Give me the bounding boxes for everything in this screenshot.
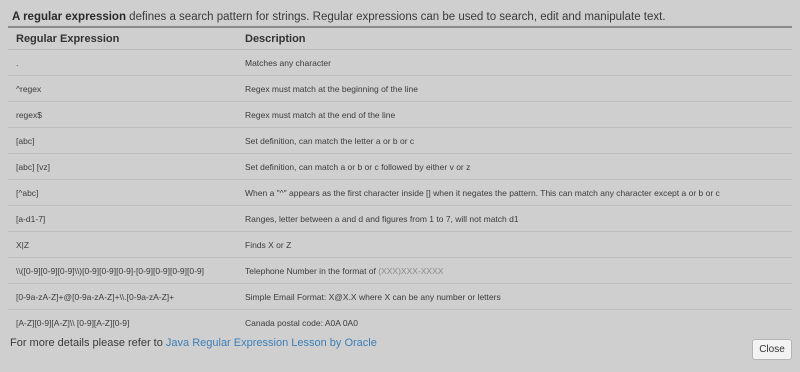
description-cell: Telephone Number in the format of (XXX)X… xyxy=(237,257,792,284)
expression-cell: [abc] [vz] xyxy=(8,153,237,180)
table-header-row: Regular Expression Description xyxy=(8,28,792,50)
footer-note: For more details please refer to Java Re… xyxy=(10,337,377,349)
expression-cell: [abc] xyxy=(8,127,237,154)
description-cell: Canada postal code: A0A 0A0 xyxy=(237,309,792,335)
description-cell: Regex must match at the beginning of the… xyxy=(237,75,792,102)
regex-table: Regular Expression Description . Matches… xyxy=(8,28,792,335)
table-row: [A-Z][0-9][A-Z]\\ [0-9][A-Z][0-9] Canada… xyxy=(8,309,792,335)
expression-cell: [A-Z][0-9][A-Z]\\ [0-9][A-Z][0-9] xyxy=(8,309,237,335)
expression-cell: ^regex xyxy=(8,75,237,102)
expression-cell: X|Z xyxy=(8,231,237,258)
description-cell: Set definition, can match the letter a o… xyxy=(237,127,792,154)
intro-text: A regular expression defines a search pa… xyxy=(12,11,666,23)
format-hint: (XXX)XXX-XXXX xyxy=(378,265,444,276)
intro-bold-term: A regular expression xyxy=(12,11,126,23)
regex-help-dialog: A regular expression defines a search pa… xyxy=(0,0,800,372)
expression-cell: [^abc] xyxy=(8,179,237,206)
expression-cell: [a-d1-7] xyxy=(8,205,237,232)
description-cell: Finds X or Z xyxy=(237,231,792,258)
table-row: X|Z Finds X or Z xyxy=(8,231,792,258)
table-row: [^abc] When a "^" appears as the first c… xyxy=(8,179,792,206)
description-cell: When a "^" appears as the first characte… xyxy=(237,179,792,206)
expression-cell: . xyxy=(16,57,19,68)
description-cell: Regex must match at the end of the line xyxy=(237,101,792,128)
close-button[interactable]: Close xyxy=(752,339,792,360)
table-row: . Matches any character xyxy=(8,50,792,76)
description-cell: Set definition, can match a or b or c fo… xyxy=(237,153,792,180)
expression-cell: \\([0-9][0-9][0-9]\\)[0-9][0-9][0-9]-[0-… xyxy=(8,257,237,284)
table-row: [0-9a-zA-Z]+@[0-9a-zA-Z]+\\.[0-9a-zA-Z]+… xyxy=(8,283,792,310)
table-row: regex$ Regex must match at the end of th… xyxy=(8,101,792,128)
expression-cell: regex$ xyxy=(8,101,237,128)
table-row: [abc] [vz] Set definition, can match a o… xyxy=(8,153,792,180)
expression-cell: [0-9a-zA-Z]+@[0-9a-zA-Z]+\\.[0-9a-zA-Z]+ xyxy=(8,283,237,310)
column-header-expression: Regular Expression xyxy=(8,28,237,50)
description-cell: Matches any character xyxy=(245,57,331,68)
table-row: [a-d1-7] Ranges, letter between a and d … xyxy=(8,205,792,232)
table-row: \\([0-9][0-9][0-9]\\)[0-9][0-9][0-9]-[0-… xyxy=(8,257,792,284)
table-row: ^regex Regex must match at the beginning… xyxy=(8,75,792,102)
oracle-lesson-link[interactable]: Java Regular Expression Lesson by Oracle xyxy=(166,337,377,349)
table-row: [abc] Set definition, can match the lett… xyxy=(8,127,792,154)
intro-rest: defines a search pattern for strings. Re… xyxy=(125,11,666,23)
description-cell: Simple Email Format: X@X.X where X can b… xyxy=(237,283,792,310)
footer-text: For more details please refer to xyxy=(10,337,166,349)
description-cell: Ranges, letter between a and d and figur… xyxy=(237,205,792,232)
column-header-description: Description xyxy=(237,28,792,50)
description-text: Telephone Number in the format of xyxy=(245,265,379,276)
